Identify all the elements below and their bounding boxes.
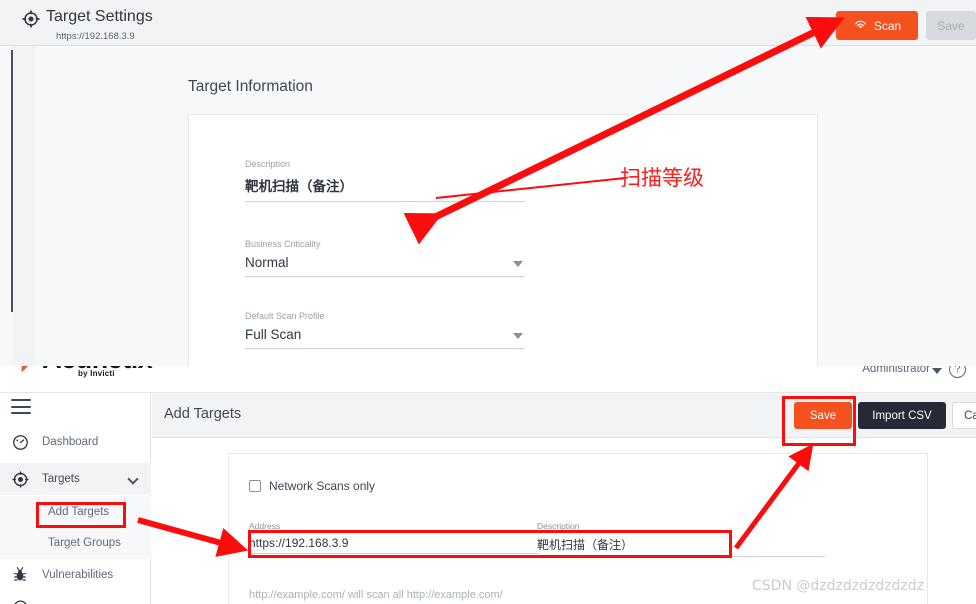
target-settings-screenshot: Target Settings https://192.168.3.9 Scan… — [0, 0, 976, 366]
field-underline — [245, 201, 525, 202]
screenshot-root: ◤Acunetix by Invicti Administrator ? Das… — [0, 0, 976, 604]
scan-button[interactable]: Scan — [836, 11, 918, 40]
dashboard-gauge-icon — [11, 433, 29, 451]
default-scan-profile-field[interactable]: Default Scan Profile Full Scan — [245, 311, 525, 349]
sidebar: Dashboard Targets Add Targets Target Gro… — [0, 393, 151, 604]
add-targets-screenshot: ◤Acunetix by Invicti Administrator ? Das… — [0, 344, 976, 604]
network-scans-only-checkbox[interactable]: Network Scans only — [249, 479, 375, 493]
import-csv-button[interactable]: Import CSV — [858, 402, 946, 429]
sidebar-item-target-groups[interactable]: Target Groups — [0, 527, 151, 559]
chevron-down-icon[interactable] — [932, 368, 942, 374]
field-underline — [245, 348, 525, 349]
highlight-box-add-targets — [36, 502, 126, 528]
business-criticality-select[interactable]: Normal — [245, 255, 525, 270]
address-hint-text: http://example.com/ will scan all http:/… — [249, 589, 503, 601]
annotation-label-scan-level: 扫描等级 — [620, 166, 704, 190]
chevron-down-icon[interactable] — [513, 261, 523, 267]
circle-icon — [11, 598, 29, 604]
highlight-box-target-fields — [248, 530, 732, 558]
sidebar-item-label: Target Groups — [48, 537, 121, 549]
chevron-down-icon[interactable] — [513, 333, 523, 339]
highlight-box-save-button — [782, 396, 856, 446]
sidebar-item-dashboard[interactable]: Dashboard — [0, 426, 151, 458]
sidebar-item-label: Vulnerabilities — [42, 569, 114, 581]
target-settings-body: Target Information Description 靶机扫描（备注） … — [0, 46, 976, 366]
target-icon — [11, 470, 29, 488]
default-scan-profile-select[interactable]: Full Scan — [245, 327, 525, 342]
csdn-watermark: CSDN @dzdzdzdzdzdzdz — [752, 578, 925, 594]
page-title: Target Settings — [46, 8, 153, 25]
target-icon — [22, 10, 40, 28]
description-input[interactable]: 靶机扫描（备注） — [245, 175, 525, 195]
chevron-down-icon[interactable] — [127, 473, 139, 485]
bug-icon — [11, 566, 29, 584]
default-scan-profile-label: Default Scan Profile — [245, 311, 325, 321]
section-title: Target Information — [188, 78, 313, 95]
checkbox-box[interactable] — [249, 480, 261, 492]
field-underline — [245, 276, 525, 277]
cancel-button[interactable]: Cancel — [952, 402, 976, 429]
sidebar-edge-line — [11, 50, 13, 312]
sidebar-item-more[interactable] — [0, 591, 151, 604]
target-settings-topbar: Target Settings https://192.168.3.9 Scan… — [0, 0, 976, 46]
radar-scan-icon — [853, 18, 868, 33]
save-button-disabled[interactable]: Save — [926, 11, 976, 40]
target-url: https://192.168.3.9 — [56, 31, 135, 42]
business-criticality-field[interactable]: Business Criticality Normal — [245, 239, 525, 277]
business-criticality-label: Business Criticality — [245, 239, 321, 249]
hamburger-icon[interactable] — [11, 399, 31, 414]
sidebar-item-targets[interactable]: Targets — [0, 463, 151, 495]
sidebar-item-label: Dashboard — [42, 436, 99, 448]
target-information-card: Description 靶机扫描（备注） Business Criticalit… — [188, 114, 818, 366]
description-field[interactable]: Description 靶机扫描（备注） — [245, 159, 525, 202]
description-label: Description — [245, 159, 291, 169]
logo-subtitle: by Invicti — [78, 369, 115, 378]
sidebar-item-label: Targets — [42, 473, 80, 485]
sidebar-item-vulnerabilities[interactable]: Vulnerabilities — [0, 559, 151, 591]
page-title: Add Targets — [164, 406, 242, 422]
scan-button-label: Scan — [873, 18, 902, 33]
checkbox-label: Network Scans only — [269, 479, 376, 493]
collapsed-sidebar-rail — [13, 46, 35, 366]
